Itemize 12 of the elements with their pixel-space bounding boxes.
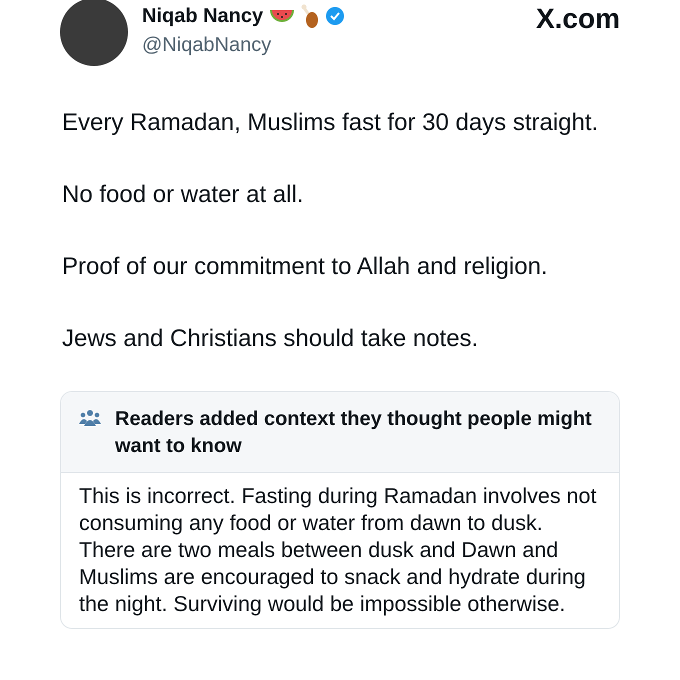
site-label: X.com [536, 2, 620, 35]
tweet-paragraph: Jews and Christians should take notes. [62, 324, 480, 354]
author-name[interactable]: Niqab Nancy [142, 4, 264, 28]
people-icon [79, 409, 101, 427]
tweet-paragraph: Proof of our commitment to Allah and religion. [62, 252, 549, 282]
tweet-paragraph: Every Ramadan, Muslims fast for 30 days straight. [62, 108, 600, 138]
watermelon-icon [269, 7, 296, 25]
tweet-paragraph: No food or water at all. [62, 180, 304, 210]
note-title: Readers added context they thought people might want to know [115, 407, 593, 459]
drumstick-icon [299, 3, 320, 29]
note-text: This is incorrect. Fasting during Ramadan involves not consuming any food or water from dawn to dusk. There are two meals between dusk and Dawn and Muslims are encouraged to snack and hydrate during the night. Surviving would be impossible otherwise. [78, 483, 598, 618]
author-handle: @NiqabNancy [142, 34, 272, 57]
